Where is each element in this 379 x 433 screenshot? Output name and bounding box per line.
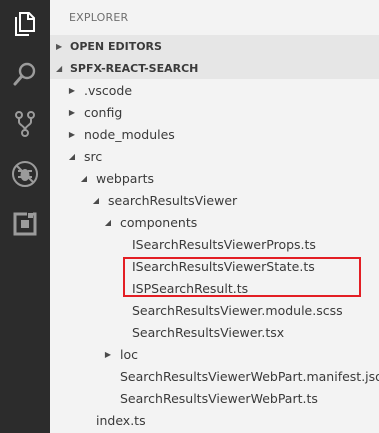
chevron-down-icon[interactable]: ◢ — [79, 167, 89, 189]
tree-item-file[interactable]: ISPSearchResult.ts — [50, 277, 379, 299]
tree-item-label: .vscode — [84, 82, 133, 98]
chevron-down-icon[interactable]: ◢ — [67, 145, 77, 167]
tree-item-file[interactable]: index.ts — [50, 409, 379, 431]
tree-item-file[interactable]: SearchResultsViewer.tsx — [50, 321, 379, 343]
chevron-right-icon: ▶ — [56, 41, 63, 51]
chevron-down-icon: ◢ — [56, 63, 63, 73]
tree-item-label: SearchResultsViewerWebPart.manifest.json — [120, 368, 379, 384]
tree-item-label: webparts — [96, 170, 154, 186]
tree-item-label: index.ts — [96, 412, 146, 428]
explorer-title: EXPLORER — [69, 11, 129, 24]
tree-item-loc[interactable]: ▶ loc — [50, 343, 379, 365]
chevron-right-icon[interactable]: ▶ — [67, 123, 77, 145]
tree-item-label: node_modules — [84, 126, 175, 142]
extensions-icon[interactable] — [11, 210, 39, 238]
tree-item-label: ISPSearchResult.ts — [132, 280, 249, 296]
tree-item-label: SearchResultsViewerWebPart.ts — [120, 390, 318, 406]
source-control-icon[interactable] — [11, 110, 39, 138]
tree-item-file[interactable]: SearchResultsViewerWebPart.manifest.json — [50, 365, 379, 387]
tree-item-vscode[interactable]: ▶ .vscode — [50, 79, 379, 101]
tree-item-file[interactable]: SearchResultsViewer.module.scss — [50, 299, 379, 321]
tree-item-search-results-viewer[interactable]: ◢ searchResultsViewer — [50, 189, 379, 211]
tree-item-label: src — [84, 148, 103, 164]
explorer-sidebar: EXPLORER ▶ OPEN EDITORS ◢ SPFX-REACT-SEA… — [50, 0, 379, 433]
tree-item-label: loc — [120, 346, 138, 362]
tree-item-config[interactable]: ▶ config — [50, 101, 379, 123]
chevron-right-icon[interactable]: ▶ — [67, 79, 77, 101]
project-header[interactable]: ◢ SPFX-REACT-SEARCH — [50, 57, 379, 79]
tree-item-src[interactable]: ◢ src — [50, 145, 379, 167]
tree-item-label: SearchResultsViewer.tsx — [132, 324, 285, 340]
tree-item-file[interactable]: SearchResultsViewerWebPart.ts — [50, 387, 379, 409]
chevron-right-icon[interactable]: ▶ — [103, 343, 113, 365]
chevron-down-icon[interactable]: ◢ — [103, 211, 113, 233]
tree-item-webparts[interactable]: ◢ webparts — [50, 167, 379, 189]
tree-item-label: SearchResultsViewer.module.scss — [132, 302, 343, 318]
open-editors-label: OPEN EDITORS — [70, 39, 162, 53]
tree-item-label: ISearchResultsViewerProps.ts — [132, 236, 316, 252]
tree-item-label: components — [120, 214, 198, 230]
tree-item-label: searchResultsViewer — [108, 192, 238, 208]
activity-bar — [0, 0, 50, 433]
tree-item-file[interactable]: ISearchResultsViewerProps.ts — [50, 233, 379, 255]
tree-item-node-modules[interactable]: ▶ node_modules — [50, 123, 379, 145]
chevron-down-icon[interactable]: ◢ — [91, 189, 101, 211]
project-label: SPFX-REACT-SEARCH — [70, 61, 199, 75]
open-editors-header[interactable]: ▶ OPEN EDITORS — [50, 35, 379, 57]
files-icon[interactable] — [11, 10, 39, 38]
search-icon[interactable] — [11, 60, 39, 88]
debug-icon[interactable] — [11, 160, 39, 188]
tree-item-components[interactable]: ◢ components — [50, 211, 379, 233]
tree-item-label: config — [84, 104, 123, 120]
tree-item-file[interactable]: ISearchResultsViewerState.ts — [50, 255, 379, 277]
tree-item-label: ISearchResultsViewerState.ts — [132, 258, 315, 274]
vscode-window: EXPLORER ▶ OPEN EDITORS ◢ SPFX-REACT-SEA… — [0, 0, 379, 433]
chevron-right-icon[interactable]: ▶ — [67, 101, 77, 123]
